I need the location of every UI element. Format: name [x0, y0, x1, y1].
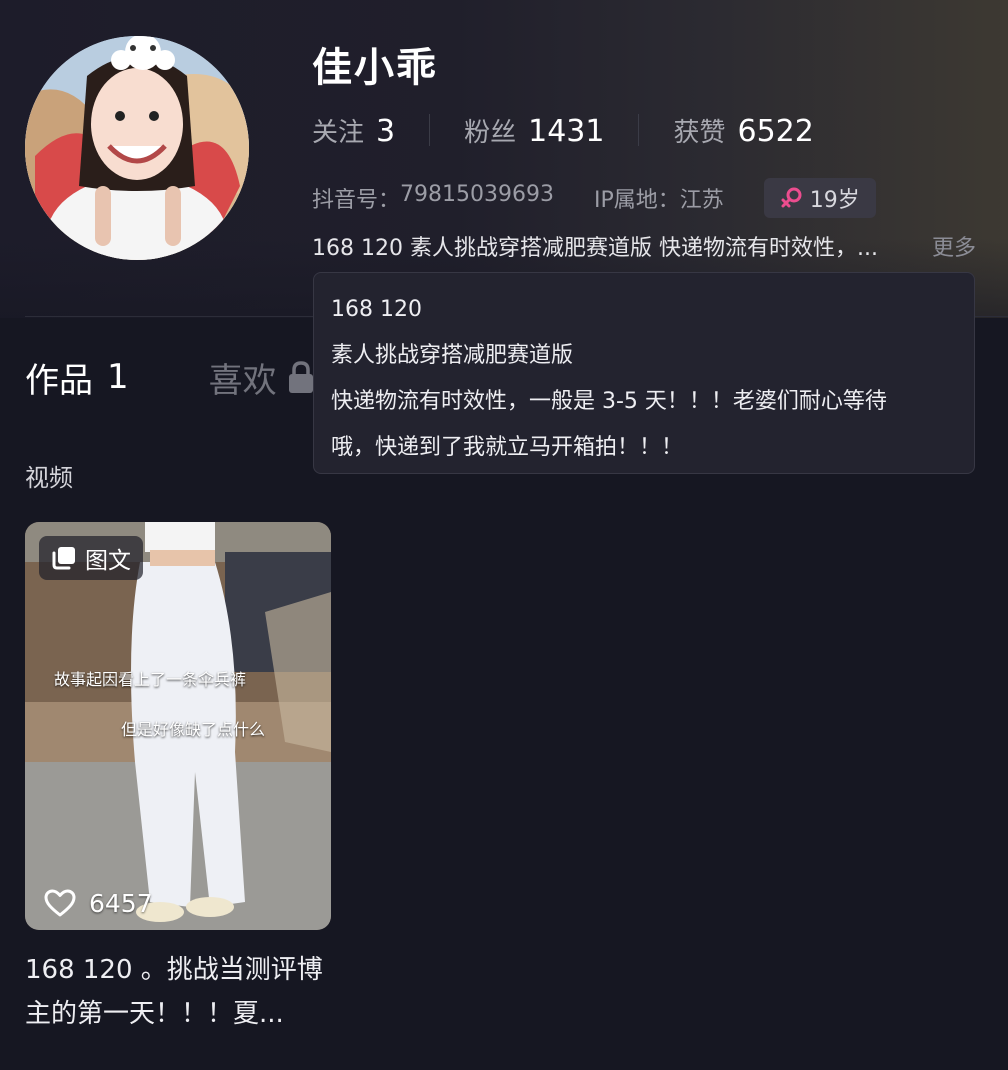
bio-tooltip-line: 168 120: [331, 297, 422, 322]
profile-meta: 抖音号： 79815039693 IP属地： 江苏 19岁: [312, 178, 876, 218]
followers-stat[interactable]: 粉丝 1431: [464, 112, 604, 149]
bio-tooltip-line: 哦，快递到了我就立马开箱拍！！！: [331, 435, 684, 460]
douyin-id-value: 79815039693: [400, 182, 554, 207]
heart-icon: [44, 889, 76, 917]
likes-received-label: 获赞: [673, 117, 726, 148]
likes-received-count: 6522: [737, 113, 814, 149]
tab-works-label: 作品: [25, 360, 93, 401]
ip-location-label: IP属地：: [593, 188, 680, 213]
bio-summary: 168 120 素人挑战穿搭减肥赛道版 快递物流有时效性，...: [312, 236, 878, 261]
section-label-videos: 视频: [25, 464, 73, 492]
profile-tabs: 作品 1 喜欢: [25, 352, 315, 402]
post-overlay-caption: 但是好像缺了点什么: [121, 720, 266, 739]
image-text-icon: [52, 547, 75, 570]
post-title[interactable]: 168 120 。挑战当测评博 主的第一天！！！夏...: [25, 948, 337, 1036]
post-type-label: 图文: [85, 548, 131, 574]
avatar[interactable]: [25, 36, 249, 260]
post-likes: 6457: [43, 888, 153, 918]
ip-location-value: 江苏: [679, 188, 724, 213]
following-label: 关注: [312, 117, 365, 148]
tab-works[interactable]: 作品 1: [25, 353, 129, 402]
post-title-line: 主的第一天！！！夏...: [25, 999, 284, 1029]
female-icon: [781, 187, 802, 208]
profile-stats: 关注 3 粉丝 1431 获赞 6522: [312, 110, 814, 150]
lock-icon: [287, 360, 315, 394]
tab-likes-label: 喜欢: [208, 360, 277, 401]
douyin-id: 抖音号： 79815039693: [312, 182, 554, 214]
stat-divider: [638, 114, 640, 146]
bio-more-link[interactable]: 更多: [932, 230, 976, 262]
tab-works-count: 1: [107, 357, 129, 397]
post-overlay-caption: 故事起因看上了一条伞兵裤: [54, 670, 247, 689]
followers-count: 1431: [528, 113, 605, 149]
post-type-badge: 图文: [39, 536, 143, 580]
bio-tooltip-line: 快递物流有时效性，一般是 3-5 天！！！老婆们耐心等待: [331, 389, 887, 414]
post-likes-count: 6457: [89, 888, 153, 918]
bio-summary-row: 168 120 素人挑战穿搭减肥赛道版 快递物流有时效性，... 更多: [312, 228, 976, 264]
post-title-line: 168 120 。挑战当测评博: [25, 955, 323, 985]
nickname: 佳小乖: [312, 45, 438, 91]
likes-received-stat: 获赞 6522: [673, 112, 813, 149]
following-stat[interactable]: 关注 3: [312, 112, 395, 149]
douyin-id-label: 抖音号：: [312, 188, 401, 213]
age-label: 19岁: [809, 188, 860, 213]
bio-tooltip: 168 120 素人挑战穿搭减肥赛道版 快递物流有时效性，一般是 3-5 天！！…: [313, 272, 975, 474]
stat-divider: [429, 114, 431, 146]
age-gender-badge: 19岁: [763, 178, 876, 218]
bio-tooltip-line: 素人挑战穿搭减肥赛道版: [331, 343, 574, 368]
tab-likes[interactable]: 喜欢: [209, 353, 315, 402]
followers-label: 粉丝: [464, 117, 517, 148]
following-count: 3: [376, 113, 396, 149]
ip-location: IP属地： 江苏: [594, 182, 724, 214]
post-card[interactable]: 图文 故事起因看上了一条伞兵裤 但是好像缺了点什么 6457: [25, 522, 331, 930]
